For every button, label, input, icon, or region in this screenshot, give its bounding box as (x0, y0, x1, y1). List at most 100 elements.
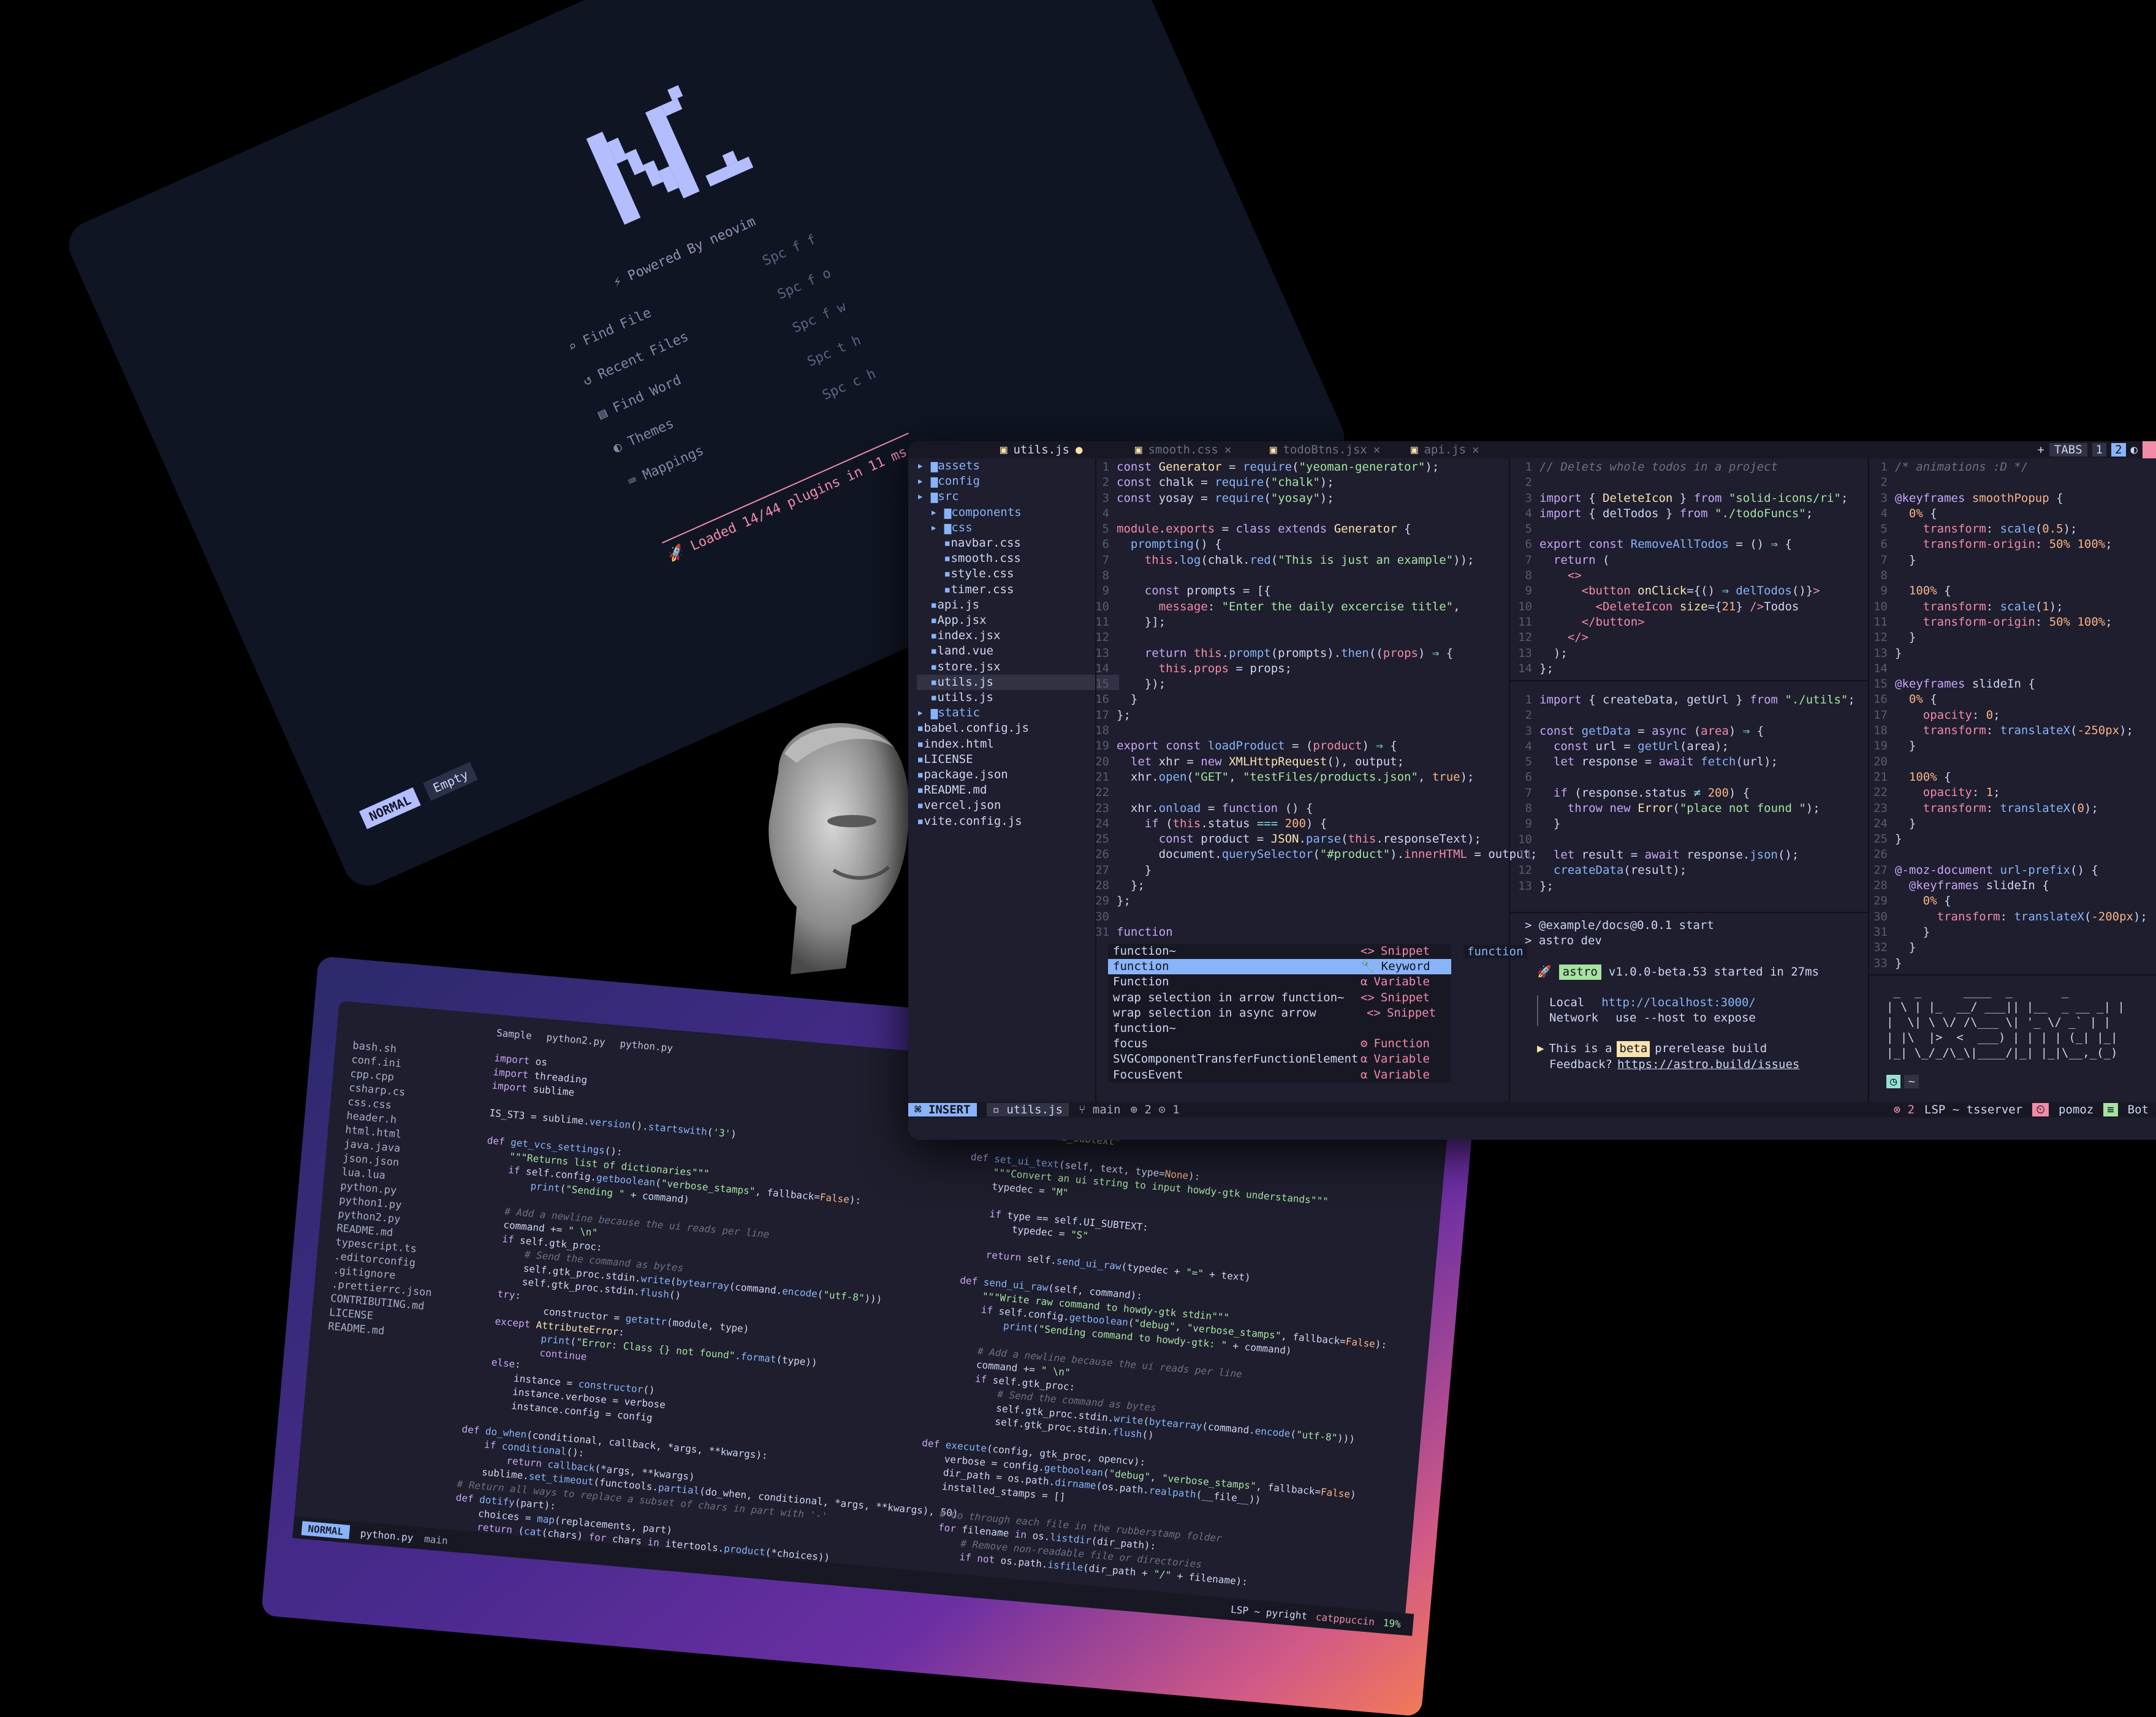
close-icon[interactable]: ✕ (1472, 443, 1479, 457)
add-tab-icon[interactable]: + (2037, 443, 2044, 457)
tabline: ▣ utils.js ● ▣ smooth.css ✕ ▣ todoBtns.jsx ✕ ▣ api… (908, 441, 2156, 458)
code-todo-btns[interactable]: 1// Delets whole todos in a project 2 3i… (1515, 460, 1848, 677)
completion-item[interactable]: FocusEvent α Variable (1108, 1067, 1451, 1083)
feedback-line: Feedback? https://astro.build/issues (1525, 1057, 1868, 1072)
tree-folder[interactable]: ▸ ▆ static (917, 705, 1119, 721)
completion-item[interactable]: wrap selection in arrow function~ <> Snipp… (1108, 990, 1451, 1006)
file-icon: ▪ (917, 752, 924, 766)
completion-label: Function (1113, 975, 1169, 989)
folder-icon: ▸ ▆ (917, 474, 938, 488)
tree-file[interactable]: ▪ api.js (917, 597, 1119, 613)
tree-file[interactable]: ▪ timer.css (917, 582, 1119, 597)
tree-file[interactable]: ▪ LICENSE (917, 752, 1119, 767)
divider (1510, 912, 1868, 913)
feedback-url[interactable]: https://astro.build/issues (1617, 1057, 1799, 1072)
modified-dot-icon[interactable]: ● (1076, 443, 1082, 457)
completion-menu[interactable]: function~ <> Snippet function 🔧 Keyword Functi… (1108, 944, 1451, 1083)
tree-label: LICENSE (924, 752, 973, 766)
tree-folder[interactable]: ▸ ▆ assets (917, 458, 1119, 474)
buffer-tab[interactable]: ▣ todoBtns.jsx ✕ (1270, 441, 1380, 458)
completion-item[interactable]: Function α Variable (1108, 974, 1451, 990)
tab-sample[interactable]: Sample (496, 1027, 532, 1042)
tree-folder[interactable]: ▸ ▆ src (917, 489, 1119, 504)
tree-label: README.md (924, 783, 987, 797)
close-icon[interactable] (2143, 441, 2156, 458)
tree-file[interactable]: ▪ utils.js (917, 674, 1119, 691)
tree-file[interactable]: ▪ index.html (917, 737, 1119, 752)
tree-label: vercel.json (924, 798, 1001, 813)
close-icon[interactable]: ✕ (1373, 443, 1380, 457)
terminal-pane[interactable]: > @example/docs@0.0.1 start > astro dev … (1525, 918, 1868, 1072)
tree-file[interactable]: ▪ utils.js (917, 690, 1119, 705)
feedback-label: Feedback? (1549, 1057, 1612, 1071)
completion-item[interactable]: focus ⚙ Function (1108, 1036, 1451, 1052)
file-icon: ▪ (917, 814, 924, 828)
tab-python2[interactable]: python2.py (546, 1031, 606, 1048)
file-icon: ▪ (944, 582, 951, 596)
code-api-js[interactable]: 1 import { createData, getUrl } from "./u… (1515, 692, 1855, 894)
local-label: Local (1549, 995, 1585, 1009)
completion-kind: α Variable (1361, 974, 1446, 990)
tree-file[interactable]: ▪ smooth.css (917, 551, 1119, 566)
python-file-tree: bash.sh conf.ini cpp.cpp csharp.cs css.css he… (327, 1039, 487, 1345)
tree-file[interactable]: ▪ babel.config.js (917, 721, 1119, 736)
astro-badge: astro (1558, 964, 1601, 980)
completion-item[interactable]: function 🔧 Keyword (1108, 959, 1451, 975)
tree-file[interactable]: ▪ package.json (917, 767, 1119, 783)
tree-file[interactable]: ▪ App.jsx (917, 613, 1119, 628)
completion-kind: <> Snippet (1361, 990, 1446, 1006)
tree-file[interactable]: ▪ land.vue (917, 643, 1119, 659)
buffer-tab[interactable]: ▣ smooth.css ✕ (1135, 441, 1231, 458)
completion-kind: 🔧 Keyword (1361, 959, 1446, 974)
tab-num-1[interactable]: 1 (2092, 443, 2107, 457)
git-branch: ⑂ main (1078, 1103, 1121, 1116)
tree-file[interactable]: ▪ style.css (917, 566, 1119, 582)
term-cmd-1: > @example/docs@0.0.1 start (1525, 919, 1714, 932)
folder-icon: ▸ ▆ (917, 459, 938, 472)
tree-folder[interactable]: ▸ ▆ components (917, 505, 1119, 520)
tree-folder[interactable]: ▸ ▆ config (917, 474, 1119, 489)
toggle-icon[interactable]: ◐ (2131, 443, 2138, 457)
neovim-label: neovim (707, 214, 758, 248)
code-smooth-css[interactable]: 1/* animations :D */ 2 3 @keyframes smoot… (1870, 460, 2147, 971)
tree-file[interactable]: ▪ vercel.json (917, 798, 1119, 813)
kind-icon: α (1361, 1052, 1368, 1066)
file-icon: ▪ (917, 798, 924, 813)
network-label: Network (1549, 1011, 1599, 1025)
position: Bot (2127, 1103, 2149, 1116)
file-explorer: ▸ ▆ assets ▸ ▆ config ▸ ▆ src ▸ ▆ component… (917, 458, 1119, 829)
completion-item[interactable]: SVGComponentTransferFunctionElement α Vari… (1108, 1052, 1451, 1067)
kind-icon: α (1361, 1067, 1368, 1082)
completion-item[interactable]: function~ <> Snippet (1108, 944, 1451, 959)
tab-python[interactable]: python.py (620, 1037, 674, 1053)
tree-file[interactable]: ▪ store.jsx (917, 659, 1119, 675)
main-editor-window: ▣ utils.js ● ▣ smooth.css ✕ ▣ todoBtns.jsx ✕ ▣ api… (908, 441, 2156, 1140)
tree-file[interactable]: ▪ vite.config.js (917, 814, 1119, 829)
tree-label: index.jsx (937, 629, 1001, 643)
completion-item[interactable]: wrap selection in async arrow function~ <… (1108, 1006, 1451, 1036)
code-utils-js[interactable]: 1 const Generator = require("yeoman-gener… (1092, 460, 1537, 940)
kind-label: Variable (1373, 1067, 1430, 1082)
prompt-dash: ~ (1904, 1075, 1919, 1088)
folder-icon: ▸ ▆ (930, 520, 952, 534)
tree-file[interactable]: ▪ navbar.css (917, 536, 1119, 551)
tree-folder[interactable]: ▸ ▆ css (917, 520, 1119, 536)
tab-num-2[interactable]: 2 (2111, 443, 2126, 457)
lsp-status: LSP ~ tsserver (1924, 1103, 2023, 1116)
tabs-label: TABS (2049, 443, 2087, 457)
tree-label: api.js (937, 597, 980, 612)
file-icon: ▪ (930, 691, 938, 705)
tree-label: style.css (951, 567, 1014, 581)
tree-file[interactable]: ▪ index.jsx (917, 628, 1119, 643)
local-url[interactable]: http://localhost:3000/ (1601, 995, 1756, 1010)
buffer-tab[interactable]: ▣ api.js ✕ (1411, 441, 1479, 458)
buffer-tab[interactable]: ▣ utils.js ● (1000, 441, 1082, 458)
kind-label: Snippet (1386, 1006, 1437, 1020)
file-icon: ▣ (1135, 443, 1142, 457)
close-icon[interactable]: ✕ (1224, 443, 1231, 457)
mode-text: INSERT (928, 1103, 971, 1116)
tree-label: utils.js (937, 675, 993, 689)
python-tabs: Sample python2.py python.py (496, 1027, 673, 1054)
status-right: ⊗ 2 LSP ~ tsserver ⏲ pomoz ≡ Bot (1894, 1103, 2156, 1116)
tree-file[interactable]: ▪ README.md (917, 783, 1119, 798)
